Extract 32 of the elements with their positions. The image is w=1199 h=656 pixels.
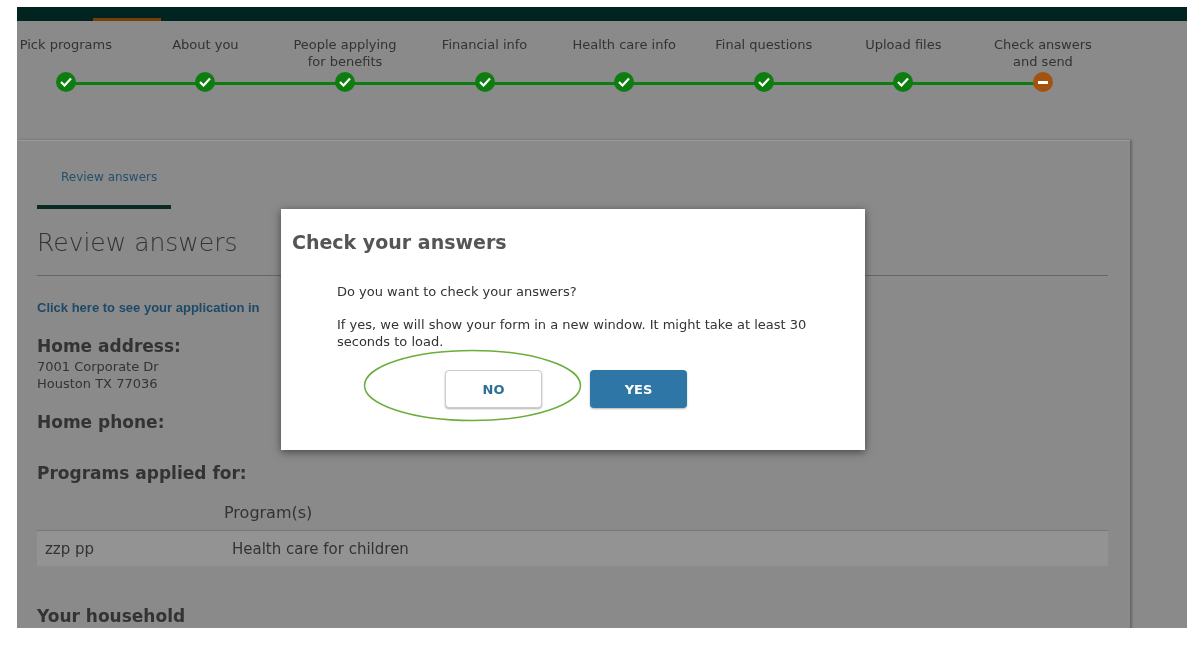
application-link[interactable]: Click here to see your application in [37,300,260,315]
column-header: Program(s) [224,503,314,522]
step-label: Pick programs [18,36,113,54]
check-icon [339,77,351,87]
check-icon [59,77,72,87]
address-label: Home address: [37,336,181,356]
check-icon [199,77,212,87]
step-label: Upload files [864,36,943,54]
step-label: Health care info [571,36,677,54]
step-label: Final questions [714,36,814,54]
section-heading: Your household [37,606,186,626]
yes-button[interactable]: YES [590,370,687,408]
dialog-text: Do you want to check your answers? [337,283,578,300]
no-button[interactable]: NO [445,370,542,408]
table-cell-text: zzp pp [44,539,96,558]
check-icon [618,77,631,87]
page-heading: Review answers [37,227,238,259]
address-text: 7001 Corporate Dr Houston TX 77036 [37,358,159,392]
phone-label: Home phone: [37,412,165,432]
section-tab[interactable]: Review answers [61,170,1108,184]
check-icon [757,77,770,87]
step-label: Check answers and send [993,36,1093,71]
minus-icon [1037,80,1048,84]
table-cell-text: Health care for children [231,539,410,558]
dialog-text: If yes, we will show your form in a new window. It might take at least 30 seconds to load. [337,316,807,350]
step-label: People applying for benefits [292,36,398,71]
programs-label: Programs applied for: [37,463,247,483]
dialog-title: Check your answers [292,231,508,253]
step-label: Financial info [440,36,529,54]
check-icon [897,77,910,87]
check-icon [478,77,491,87]
step-label: About you [171,36,240,54]
